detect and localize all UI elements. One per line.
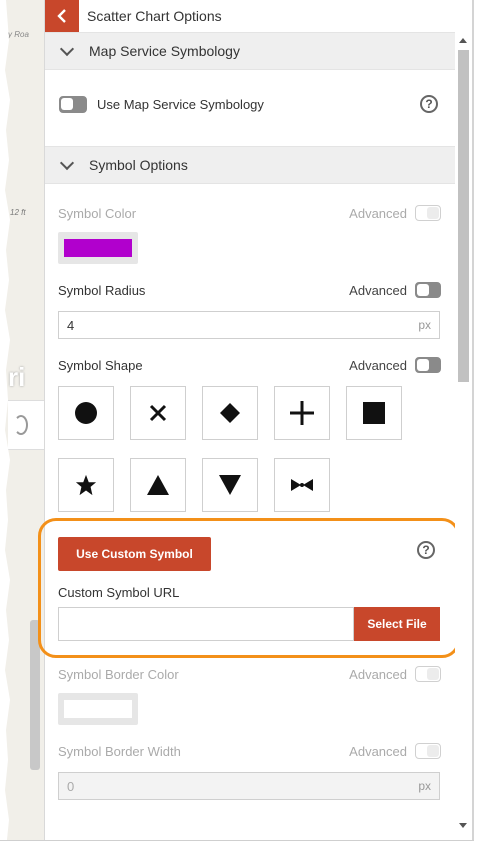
advanced-label: Advanced <box>349 743 407 759</box>
advanced-label: Advanced <box>349 666 407 682</box>
symbol-color-advanced: Advanced <box>349 205 441 221</box>
map-scale-label: 12 ft <box>10 208 26 217</box>
shape-bowtie-button[interactable] <box>274 458 330 512</box>
symbol-shape-label: Symbol Shape <box>58 357 143 373</box>
custom-symbol-url-label: Custom Symbol URL <box>58 585 180 600</box>
select-file-button[interactable]: Select File <box>354 607 440 641</box>
scroll-down-arrow-icon[interactable] <box>459 823 467 828</box>
symbol-border-color-label: Symbol Border Color <box>58 666 179 682</box>
advanced-label: Advanced <box>349 282 407 298</box>
symbol-radius-advanced-toggle[interactable] <box>415 282 441 298</box>
square-icon <box>363 402 385 424</box>
symbol-border-width-advanced-toggle[interactable] <box>415 743 441 759</box>
symbol-shape-advanced-toggle[interactable] <box>415 357 441 373</box>
circle-icon <box>75 402 97 424</box>
symbol-border-width-value: 0 <box>67 778 75 794</box>
map-control-icon <box>14 415 28 435</box>
shape-diamond-button[interactable] <box>202 386 258 440</box>
bowtie-icon <box>291 479 313 491</box>
symbol-color-picker[interactable] <box>58 232 138 264</box>
symbol-radius-value: 4 <box>67 317 75 333</box>
triangle-down-icon <box>219 475 241 495</box>
symbol-radius-label-row: Symbol Radius Advanced <box>58 282 441 298</box>
symbol-color-advanced-toggle[interactable] <box>415 205 441 221</box>
shape-star-button[interactable] <box>58 458 114 512</box>
symbol-border-color-picker[interactable] <box>58 693 138 725</box>
star-icon <box>75 474 97 496</box>
symbol-shape-advanced: Advanced <box>349 357 441 373</box>
symbol-options-body: Symbol Color Advanced Symbol Radius Adva… <box>44 0 459 840</box>
map-logo: ri <box>8 362 26 392</box>
symbol-radius-unit: px <box>418 318 431 332</box>
panel-border <box>472 0 474 840</box>
symbol-border-width-input[interactable]: 0 px <box>58 772 440 800</box>
symbol-shape-label-row: Symbol Shape Advanced <box>58 357 441 373</box>
symbol-border-width-label-row: Symbol Border Width Advanced <box>58 743 441 759</box>
symbol-radius-input[interactable]: 4 px <box>58 311 440 339</box>
symbol-color-label-row: Symbol Color Advanced <box>58 205 441 221</box>
symbol-border-width-advanced: Advanced <box>349 743 441 759</box>
shape-x-button[interactable] <box>130 386 186 440</box>
use-custom-symbol-button[interactable]: Use Custom Symbol <box>58 537 211 571</box>
symbol-border-color-advanced: Advanced <box>349 666 441 682</box>
scroll-up-arrow-icon[interactable] <box>459 38 467 43</box>
shape-square-button[interactable] <box>346 386 402 440</box>
symbol-border-width-unit: px <box>418 779 431 793</box>
symbol-color-label: Symbol Color <box>58 205 137 221</box>
shape-triangle-down-button[interactable] <box>202 458 258 512</box>
map-control[interactable] <box>8 400 44 450</box>
map-scroll-element <box>30 620 40 770</box>
help-icon[interactable]: ? <box>417 541 435 559</box>
symbol-border-color-advanced-toggle[interactable] <box>415 666 441 682</box>
panel-bottom-edge <box>0 840 489 849</box>
diamond-icon <box>220 403 240 423</box>
map-background: y Roa 12 ft ri <box>5 0 44 849</box>
cross-icon <box>290 401 314 425</box>
symbol-border-color-label-row: Symbol Border Color Advanced <box>58 666 441 682</box>
symbol-color-swatch <box>64 239 132 257</box>
shape-triangle-up-button[interactable] <box>130 458 186 512</box>
symbol-border-width-label: Symbol Border Width <box>58 743 181 759</box>
symbol-radius-label: Symbol Radius <box>58 282 146 298</box>
shape-cross-button[interactable] <box>274 386 330 440</box>
advanced-label: Advanced <box>349 205 407 221</box>
panel-scrollbar[interactable] <box>455 32 472 832</box>
map-road-label: y Roa <box>8 30 29 39</box>
triangle-up-icon <box>147 475 169 495</box>
symbol-border-color-swatch <box>64 700 132 718</box>
symbol-radius-advanced: Advanced <box>349 282 441 298</box>
custom-symbol-url-input[interactable] <box>58 607 354 641</box>
x-icon <box>149 404 167 422</box>
scroll-thumb[interactable] <box>458 50 469 382</box>
advanced-label: Advanced <box>349 357 407 373</box>
shape-circle-button[interactable] <box>58 386 114 440</box>
